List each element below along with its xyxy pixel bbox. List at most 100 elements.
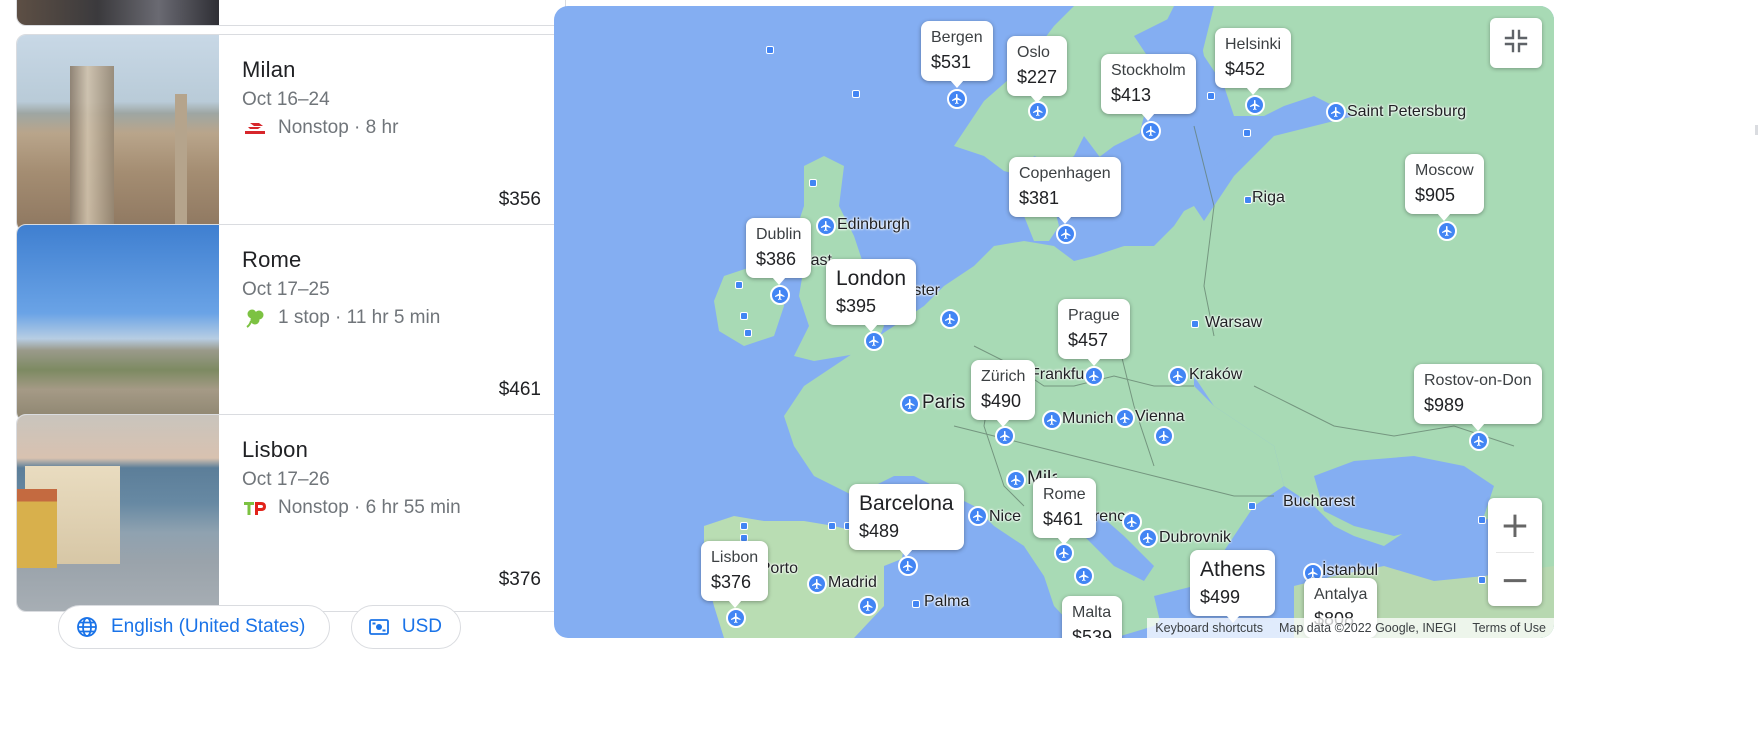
bubble-city: Helsinki	[1225, 36, 1282, 53]
destination-card-partial[interactable]	[16, 0, 566, 26]
city-dot[interactable]	[740, 312, 748, 320]
city-dot[interactable]	[828, 522, 836, 530]
price-bubble-london[interactable]: London $395	[826, 259, 917, 332]
bubble-price: $531	[931, 52, 972, 72]
airport-pin-icon[interactable]	[1168, 366, 1188, 386]
city-dot[interactable]	[744, 329, 752, 337]
airport-pin-icon[interactable]	[1028, 101, 1048, 121]
airport-pin-icon[interactable]	[1084, 366, 1104, 386]
zoom-in-button[interactable]: +	[1488, 498, 1542, 552]
airport-pin-icon[interactable]	[1006, 470, 1026, 490]
price-bubble-zurich[interactable]: Zürich $490	[971, 360, 1036, 427]
bubble-price: $461	[1043, 509, 1084, 529]
price-bubble-stockholm[interactable]: Stockholm $413	[1101, 54, 1196, 121]
flight-summary: Nonstop · 8 hr	[242, 117, 541, 139]
bubble-price: $490	[981, 391, 1022, 411]
airport-pin-icon[interactable]	[1122, 512, 1142, 532]
price-bubble-lisbon[interactable]: Lisbon $376	[701, 541, 769, 608]
price-bubble-oslo[interactable]: Oslo $227	[1007, 36, 1068, 103]
bubble-city: Moscow	[1415, 162, 1474, 179]
destination-card-rome[interactable]: Rome Oct 17–25 1 stop · 11 hr 5 min $461	[16, 224, 566, 422]
destination-price: $461	[498, 379, 541, 400]
airport-pin-icon[interactable]	[770, 285, 790, 305]
airport-pin-icon[interactable]	[1054, 543, 1074, 563]
destination-photo	[17, 35, 219, 231]
price-bubble-copenhagen[interactable]: Copenhagen $381	[1009, 157, 1121, 224]
destination-photo	[17, 415, 219, 611]
flight-summary: Nonstop · 6 hr 55 min	[242, 497, 541, 519]
airport-pin-icon[interactable]	[1042, 410, 1062, 430]
destination-info: Rome Oct 17–25 1 stop · 11 hr 5 min $461	[219, 225, 565, 421]
destination-card-milan[interactable]: Milan Oct 16–24 Nonstop · 8 hr $356	[16, 34, 566, 232]
airport-pin-icon[interactable]	[1437, 221, 1457, 241]
bubble-price: $499	[1200, 587, 1241, 607]
price-bubble-helsinki[interactable]: Helsinki $452	[1215, 28, 1292, 95]
city-dot[interactable]	[912, 600, 920, 608]
airport-pin-icon[interactable]	[898, 556, 918, 576]
price-bubble-prague[interactable]: Prague $457	[1058, 299, 1130, 366]
airport-pin-icon[interactable]	[807, 574, 827, 594]
airport-pin-icon[interactable]	[900, 394, 920, 414]
airport-pin-icon[interactable]	[816, 216, 836, 236]
city-dot[interactable]	[852, 90, 860, 98]
city-dot[interactable]	[1244, 196, 1252, 204]
place-label-warsaw: Warsaw	[1205, 314, 1263, 331]
airport-pin-icon[interactable]	[940, 309, 960, 329]
airport-pin-icon[interactable]	[858, 596, 878, 616]
bubble-city: Oslo	[1017, 44, 1050, 61]
currency-button[interactable]: USD	[351, 605, 461, 649]
destination-map[interactable]: Saint Petersburg Riga Edinburgh Warsaw F…	[554, 6, 1554, 638]
minus-icon: −	[1499, 559, 1531, 601]
price-bubble-dublin[interactable]: Dublin $386	[746, 218, 812, 285]
city-dot[interactable]	[740, 522, 748, 530]
price-bubble-moscow[interactable]: Moscow $905	[1405, 154, 1484, 221]
language-button[interactable]: English (United States)	[58, 605, 330, 649]
price-bubble-malta[interactable]: Malta $539	[1062, 596, 1123, 638]
airport-pin-icon[interactable]	[1074, 566, 1094, 586]
city-dot[interactable]	[1207, 92, 1215, 100]
city-dot[interactable]	[1243, 129, 1251, 137]
price-bubble-bergen[interactable]: Bergen $531	[921, 21, 993, 88]
zoom-out-button[interactable]: −	[1488, 553, 1542, 607]
place-label-madrid: Madrid	[828, 574, 877, 591]
airport-pin-icon[interactable]	[1115, 408, 1135, 428]
city-dot[interactable]	[1191, 320, 1199, 328]
destination-price: $356	[498, 189, 541, 210]
city-dot[interactable]	[766, 46, 774, 54]
bubble-city: Barcelona	[859, 492, 954, 515]
flight-duration: 6 hr 55 min	[365, 497, 461, 518]
bubble-city: Copenhagen	[1019, 165, 1111, 182]
price-bubble-rome[interactable]: Rome $461	[1033, 478, 1096, 545]
city-dot[interactable]	[735, 281, 743, 289]
airport-pin-icon[interactable]	[1141, 121, 1161, 141]
airport-pin-icon[interactable]	[1056, 224, 1076, 244]
bubble-price: $227	[1017, 67, 1058, 87]
airport-pin-icon[interactable]	[726, 608, 746, 628]
bubble-city: Antalya	[1314, 586, 1368, 603]
airport-pin-icon[interactable]	[1138, 528, 1158, 548]
airport-pin-icon[interactable]	[1245, 95, 1265, 115]
flight-duration: 11 hr 5 min	[346, 307, 441, 328]
city-dot[interactable]	[809, 179, 817, 187]
exit-fullscreen-button[interactable]	[1490, 18, 1542, 68]
airport-pin-icon[interactable]	[1326, 102, 1346, 122]
airport-pin-icon[interactable]	[947, 89, 967, 109]
airport-pin-icon[interactable]	[968, 506, 988, 526]
airport-pin-icon[interactable]	[1469, 431, 1489, 451]
airport-pin-icon[interactable]	[1154, 426, 1174, 446]
airport-pin-icon[interactable]	[864, 331, 884, 351]
city-dot[interactable]	[1248, 502, 1256, 510]
airport-pin-icon[interactable]	[995, 426, 1015, 446]
place-label-munich: Munich	[1062, 410, 1114, 427]
flight-stops: 1 stop	[278, 307, 330, 328]
bubble-city: Bergen	[931, 29, 983, 46]
destination-card-lisbon[interactable]: Lisbon Oct 17–26 Nonstop · 6 hr 55 min $…	[16, 414, 566, 612]
globe-icon	[75, 615, 99, 639]
city-dot[interactable]	[1478, 516, 1486, 524]
price-bubble-rostov-on-don[interactable]: Rostov-on-Don $989	[1414, 364, 1542, 431]
price-bubble-barcelona[interactable]: Barcelona $489	[849, 484, 964, 557]
terms-of-use-link[interactable]: Terms of Use	[1472, 621, 1546, 635]
price-bubble-athens[interactable]: Athens $499	[1190, 550, 1276, 623]
city-dot[interactable]	[1478, 576, 1486, 584]
keyboard-shortcuts-link[interactable]: Keyboard shortcuts	[1155, 621, 1263, 635]
